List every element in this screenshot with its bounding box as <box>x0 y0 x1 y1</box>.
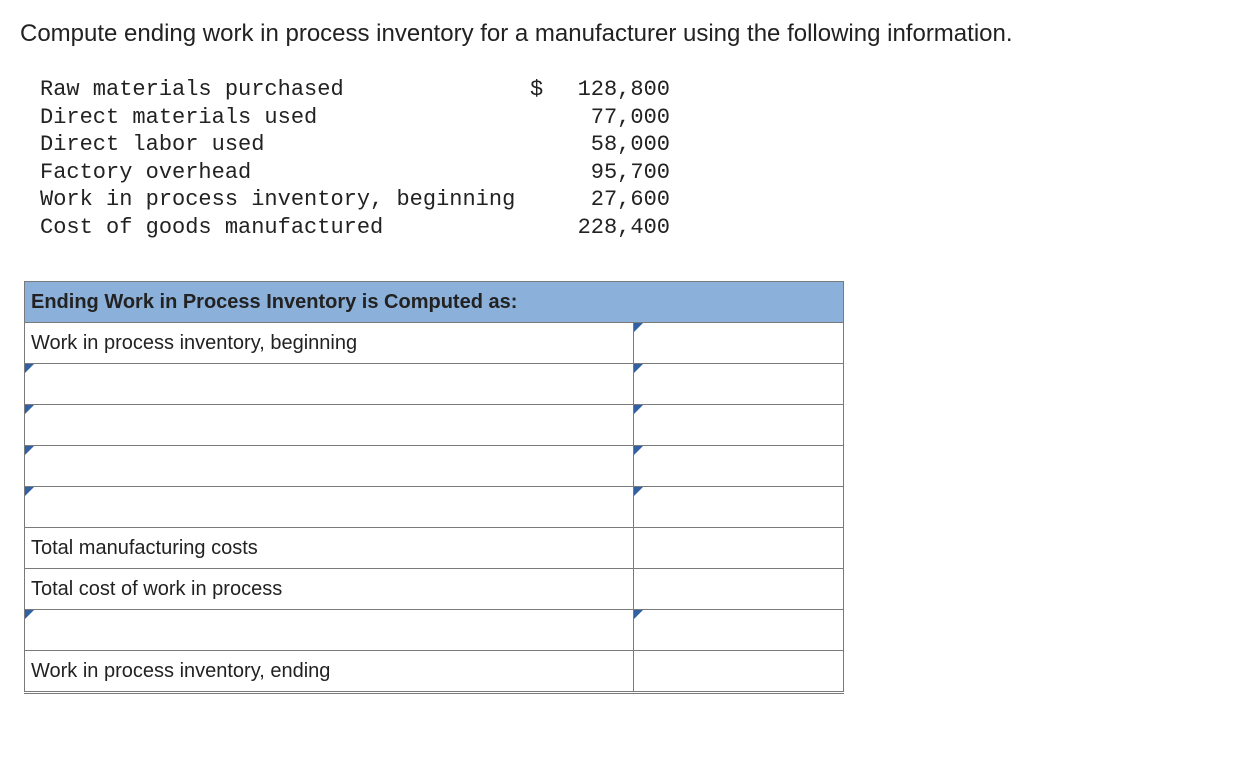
given-row: Raw materials purchased $ 128,800 <box>40 76 1230 104</box>
currency-symbol <box>530 159 560 187</box>
answer-table-header: Ending Work in Process Inventory is Comp… <box>25 282 844 323</box>
dropdown-icon <box>25 610 34 619</box>
table-row <box>25 610 844 651</box>
given-value: 228,400 <box>560 214 670 242</box>
table-row: Work in process inventory, ending <box>25 651 844 693</box>
given-value: 27,600 <box>560 186 670 214</box>
currency-symbol: $ <box>530 76 560 104</box>
given-value: 58,000 <box>560 131 670 159</box>
value-input[interactable] <box>633 487 843 528</box>
value-input[interactable] <box>633 446 843 487</box>
given-label: Direct materials used <box>40 104 530 132</box>
answer-table: Ending Work in Process Inventory is Comp… <box>24 281 844 694</box>
given-label: Cost of goods manufactured <box>40 214 530 242</box>
dropdown-icon <box>25 405 34 414</box>
dropdown-icon <box>634 610 643 619</box>
currency-symbol <box>530 104 560 132</box>
dropdown-icon <box>634 364 643 373</box>
dropdown-icon <box>634 405 643 414</box>
given-row: Direct materials used 77,000 <box>40 104 1230 132</box>
problem-instruction: Compute ending work in process inventory… <box>20 20 1230 48</box>
given-label: Work in process inventory, beginning <box>40 186 530 214</box>
table-row <box>25 487 844 528</box>
row-label-static: Total manufacturing costs <box>25 528 634 569</box>
label-dropdown[interactable] <box>25 364 634 405</box>
row-label-static: Total cost of work in process <box>25 569 634 610</box>
table-row <box>25 405 844 446</box>
row-label-static: Work in process inventory, ending <box>25 651 634 693</box>
dropdown-icon <box>25 364 34 373</box>
value-static <box>633 528 843 569</box>
value-input[interactable] <box>633 364 843 405</box>
value-input[interactable] <box>633 323 843 364</box>
table-row: Work in process inventory, beginning <box>25 323 844 364</box>
given-label: Direct labor used <box>40 131 530 159</box>
row-label-static: Work in process inventory, beginning <box>25 323 634 364</box>
table-row <box>25 446 844 487</box>
given-label: Raw materials purchased <box>40 76 530 104</box>
given-row: Work in process inventory, beginning 27,… <box>40 186 1230 214</box>
value-input[interactable] <box>633 405 843 446</box>
value-static <box>633 569 843 610</box>
table-row <box>25 364 844 405</box>
dropdown-icon <box>25 446 34 455</box>
currency-symbol <box>530 131 560 159</box>
dropdown-icon <box>634 323 643 332</box>
given-row: Direct labor used 58,000 <box>40 131 1230 159</box>
label-dropdown[interactable] <box>25 610 634 651</box>
given-row: Factory overhead 95,700 <box>40 159 1230 187</box>
given-value: 128,800 <box>560 76 670 104</box>
label-dropdown[interactable] <box>25 405 634 446</box>
given-label: Factory overhead <box>40 159 530 187</box>
table-row: Total manufacturing costs <box>25 528 844 569</box>
label-dropdown[interactable] <box>25 446 634 487</box>
dropdown-icon <box>634 446 643 455</box>
value-static <box>633 651 843 693</box>
dropdown-icon <box>25 487 34 496</box>
given-value: 95,700 <box>560 159 670 187</box>
value-input[interactable] <box>633 610 843 651</box>
currency-symbol <box>530 214 560 242</box>
given-data-block: Raw materials purchased $ 128,800 Direct… <box>40 76 1230 241</box>
currency-symbol <box>530 186 560 214</box>
given-row: Cost of goods manufactured 228,400 <box>40 214 1230 242</box>
given-value: 77,000 <box>560 104 670 132</box>
label-dropdown[interactable] <box>25 487 634 528</box>
table-row: Total cost of work in process <box>25 569 844 610</box>
dropdown-icon <box>634 487 643 496</box>
